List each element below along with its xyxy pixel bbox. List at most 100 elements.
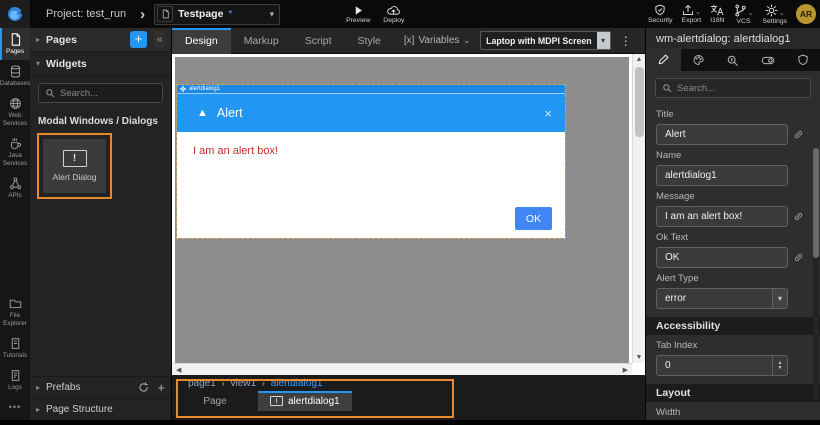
alert-type-select[interactable]: error ▾	[656, 288, 788, 309]
widget-selection-tag[interactable]: alertdialog1	[177, 85, 565, 94]
name-field[interactable]	[656, 165, 788, 186]
message-field[interactable]	[656, 206, 788, 227]
device-selector[interactable]: Laptop with MDPI Screen ▾	[480, 31, 611, 50]
close-icon[interactable]: ×	[544, 106, 552, 121]
dialog-message: I am an alert box!	[177, 132, 565, 170]
scroll-right-icon[interactable]: ▶	[623, 366, 628, 374]
widgets-header-row[interactable]: ▾ Widgets	[30, 52, 171, 76]
tab-script[interactable]: Script	[292, 28, 345, 54]
tab-style[interactable]: Style	[345, 28, 394, 54]
book-icon	[9, 337, 22, 350]
page-modified-marker: *	[228, 9, 232, 20]
dialog-title: Alert	[217, 106, 243, 120]
variables-button[interactable]: [x] Variables ⌄	[404, 35, 470, 46]
bind-link-icon[interactable]	[788, 211, 808, 222]
rail-item-logs[interactable]: Logs	[0, 364, 30, 396]
vcs-label: VCS	[737, 18, 751, 25]
layout-section-header[interactable]: Layout	[646, 384, 820, 402]
properties-search-input[interactable]	[677, 83, 804, 94]
scrollbar-thumb[interactable]	[635, 67, 644, 137]
expanded-arrow-icon: ▾	[36, 59, 46, 68]
scrollbar-thumb[interactable]	[813, 148, 819, 258]
tab-index-value: 0	[657, 360, 772, 371]
alert-dialog-widget[interactable]: ! Alert Dialog	[43, 139, 106, 193]
properties-tab[interactable]	[646, 49, 681, 71]
selection-tag-label: alertdialog1	[189, 86, 220, 92]
title-label: Title	[656, 109, 810, 120]
bottom-strip	[0, 420, 820, 425]
widget-search[interactable]	[38, 83, 163, 103]
scroll-down-icon[interactable]: ▼	[636, 352, 643, 363]
wavemaker-studio: Project: test_run › Testpage * ▾ Preview…	[0, 0, 820, 425]
topbar-actions: Preview Deploy	[346, 5, 404, 24]
wavemaker-logo[interactable]	[0, 0, 30, 28]
events-tab[interactable]	[716, 49, 751, 71]
alert-dialog-preview[interactable]: alertdialog1 ▲ Alert × I am an alert box…	[177, 85, 565, 238]
rail-item-web-services[interactable]: Web Services	[0, 92, 30, 132]
tab-index-field-group: Tab Index 0 ▲▼	[646, 340, 820, 376]
ok-button[interactable]: OK	[515, 207, 552, 230]
rail-item-databases[interactable]: Databases	[0, 60, 30, 92]
export-label: Export	[682, 17, 702, 24]
prefabs-row[interactable]: ▸ Prefabs +	[30, 376, 171, 398]
preview-button[interactable]: Preview	[346, 5, 370, 24]
database-icon	[9, 65, 22, 78]
tab-markup[interactable]: Markup	[231, 28, 292, 54]
device-tab[interactable]	[750, 49, 785, 71]
widget-search-input[interactable]	[60, 88, 156, 99]
properties-search[interactable]	[655, 78, 811, 98]
security-button[interactable]: Security	[648, 4, 673, 24]
search-icon	[45, 88, 55, 98]
add-page-button[interactable]: +	[130, 31, 147, 48]
chevron-down-icon: ▾	[597, 32, 610, 49]
properties-scrollbar[interactable]	[813, 148, 819, 400]
bind-link-icon[interactable]	[788, 129, 808, 140]
page-selector[interactable]: Testpage * ▾	[154, 4, 280, 25]
kebab-menu-icon[interactable]: ⋮	[620, 34, 632, 48]
rail-item-tutorials[interactable]: Tutorials	[0, 332, 30, 364]
collapse-panel-button[interactable]: «	[154, 31, 165, 48]
more-icon[interactable]: •••	[0, 396, 30, 420]
canvas-toolbar: Design Markup Script Style [x] Variables…	[172, 28, 645, 54]
deploy-button[interactable]: Deploy	[383, 5, 404, 24]
title-field-group: Title	[646, 109, 820, 145]
user-avatar[interactable]: AR	[796, 4, 816, 24]
tab-index-stepper[interactable]: 0 ▲▼	[656, 355, 788, 376]
export-button[interactable]: ⌄ Export	[682, 4, 702, 24]
project-chevron-icon: ›	[140, 6, 145, 23]
security-tab[interactable]	[785, 49, 820, 71]
add-prefab-button[interactable]: +	[157, 380, 165, 395]
rail-item-file-explorer[interactable]: File Explorer	[0, 292, 30, 332]
vcs-button[interactable]: ⌄ VCS	[734, 4, 754, 25]
project-name: Project: test_run	[46, 8, 126, 20]
pages-header-row[interactable]: ▸ Pages + «	[30, 28, 171, 52]
bind-link-icon[interactable]	[788, 252, 808, 263]
refresh-icon[interactable]	[138, 382, 149, 393]
accessibility-section-header[interactable]: Accessibility	[646, 317, 820, 335]
globe-icon	[9, 97, 22, 110]
properties-list: Title Name Message	[646, 102, 820, 420]
stepper-arrows-icon[interactable]: ▲▼	[772, 356, 787, 375]
settings-button[interactable]: ⌄ Settings	[762, 4, 787, 25]
ok-text-field[interactable]	[656, 247, 788, 268]
prefabs-label: Prefabs	[46, 382, 80, 393]
rail-item-java-services[interactable]: Java Services	[0, 132, 30, 172]
rail-item-apis[interactable]: APIs	[0, 172, 30, 204]
scroll-left-icon[interactable]: ◀	[176, 366, 181, 374]
styles-tab[interactable]	[681, 49, 716, 71]
message-label: Message	[656, 191, 810, 202]
canvas-horizontal-scrollbar[interactable]: ◀ ▶	[172, 363, 632, 375]
tab-design[interactable]: Design	[172, 28, 231, 54]
page-structure-row[interactable]: ▸ Page Structure	[30, 398, 171, 420]
dialog-body: I am an alert box! OK	[177, 132, 565, 238]
variables-prefix: [x]	[404, 35, 415, 46]
rail-item-pages[interactable]: Pages	[0, 28, 30, 60]
title-field[interactable]	[656, 124, 788, 145]
move-icon	[180, 86, 186, 92]
scroll-up-icon[interactable]: ▲	[636, 54, 643, 65]
pages-panel-title: Pages	[46, 34, 77, 46]
page-canvas[interactable]: alertdialog1 ▲ Alert × I am an alert box…	[175, 57, 629, 363]
logo-icon	[6, 5, 24, 23]
canvas-vertical-scrollbar[interactable]: ▲ ▼	[632, 54, 645, 363]
i18n-button[interactable]: I18N	[710, 4, 724, 24]
